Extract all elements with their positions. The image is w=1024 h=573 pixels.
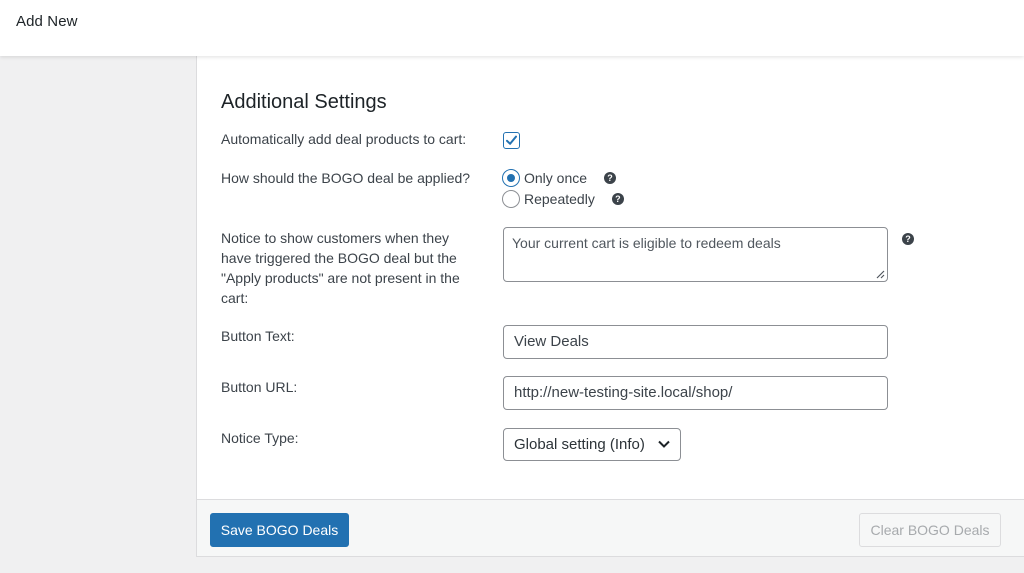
radio-only-once-label: Only once (524, 170, 588, 186)
chevron-down-icon (658, 440, 670, 448)
auto-add-label: Automatically add deal products to cart: (221, 131, 467, 147)
resize-grip-icon[interactable] (875, 269, 885, 279)
radio-repeatedly-row[interactable]: Repeatedly ? (502, 189, 624, 209)
button-text-label: Button Text: (221, 328, 295, 344)
panel-footer: Save BOGO Deals Clear BOGO Deals (197, 499, 1024, 556)
section-title: Additional Settings (221, 91, 387, 113)
top-bar: Add New (0, 0, 1024, 56)
radio-only-once-row[interactable]: Only once ? (502, 168, 617, 188)
help-icon[interactable]: ? (902, 233, 914, 245)
page-title: Add New (16, 13, 78, 30)
checkmark-icon (506, 135, 517, 145)
save-bogo-deals-button[interactable]: Save BOGO Deals (210, 513, 349, 547)
notice-label: Notice to show customers when they have … (221, 230, 460, 306)
notice-textarea-value: Your current cart is eligible to redeem … (512, 235, 781, 251)
radio-only-once[interactable] (502, 169, 520, 187)
auto-add-checkbox[interactable] (503, 132, 520, 149)
button-url-label: Button URL: (221, 379, 298, 395)
apply-mode-label: How should the BOGO deal be applied? (221, 170, 471, 186)
additional-settings-panel: Additional Settings Automatically add de… (196, 56, 1024, 557)
help-icon[interactable]: ? (611, 193, 624, 205)
notice-textarea[interactable]: Your current cart is eligible to redeem … (503, 227, 888, 282)
notice-type-value: Global setting (Info) (514, 436, 645, 453)
radio-repeatedly-label: Repeatedly (524, 191, 595, 207)
clear-bogo-deals-button[interactable]: Clear BOGO Deals (859, 513, 1001, 547)
button-url-input[interactable]: http://new-testing-site.local/shop/ (503, 376, 888, 410)
notice-type-label: Notice Type: (221, 430, 299, 446)
help-icon[interactable]: ? (604, 172, 617, 184)
radio-repeatedly[interactable] (502, 190, 520, 208)
notice-type-select[interactable]: Global setting (Info) (503, 428, 681, 461)
button-text-input[interactable]: View Deals (503, 325, 888, 359)
